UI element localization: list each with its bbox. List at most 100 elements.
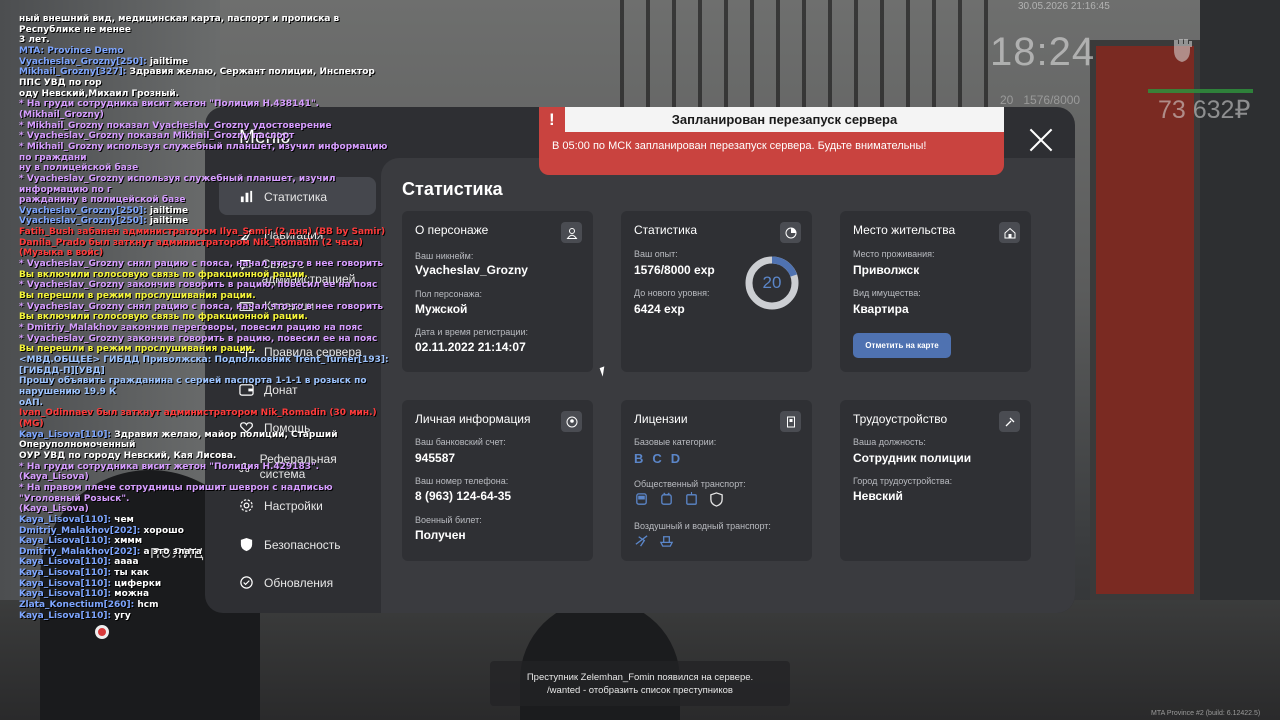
chat-line: Вы включили голосовую связь по фракционн… — [19, 269, 308, 280]
chat-line: <МВД.ОБЩЕЕ> ГИБДД Приволжска: Подполковн… — [19, 355, 389, 376]
plane-icon — [635, 535, 648, 547]
license-category: D — [670, 451, 681, 466]
chat-line: Dmitriy_Malakhov[202]: а это злата — [19, 547, 391, 558]
restart-notification: ! Запланирован перезапуск сервера В 05:0… — [539, 107, 1004, 175]
chat-line: * Vyacheslav_Grozny закончив говорить в … — [19, 280, 378, 291]
chat-line: * На правом плече сотрудницы пришит шевр… — [19, 482, 333, 504]
card-residence: Место жительства Место проживания: Приво… — [840, 211, 1031, 372]
public-transport-label: Общественный транспорт: — [634, 479, 746, 489]
chat-line: Dmitriy_Malakhov[202]: хорошо — [19, 526, 391, 537]
next-level-value: 6424 exp — [634, 302, 685, 316]
military-label: Военный билет: — [415, 515, 482, 525]
base-categories-label: Базовые категории: — [634, 437, 717, 447]
chat-line: Kaya_Lisova[110]: хммм — [19, 536, 391, 547]
chat-line: Kaya_Lisova[110]: чем — [19, 515, 391, 526]
chat-line: * Mikhail_Grozny показал Vyacheslav_Groz… — [19, 120, 332, 131]
chat-line: Kaya_Lisova[110]: ты как — [19, 568, 391, 579]
chat-line: ный внешний вид, медицинская карта, пасп… — [19, 14, 340, 35]
notification-title: Запланирован перезапуск сервера — [565, 107, 1004, 132]
notification-text: В 05:00 по МСК запланирован перезапуск с… — [552, 140, 927, 152]
chat-line: ну в полицейской базе — [19, 163, 139, 174]
gender-value: Мужской — [415, 302, 468, 316]
place-value: Приволжск — [853, 263, 920, 277]
health-bar — [1148, 89, 1253, 93]
id-card-icon — [780, 411, 801, 432]
boat-icon — [659, 536, 674, 547]
chat-line: Вы перешли в режим прослушивания рации. — [19, 291, 256, 302]
chat-line: Прошу объявить гражданина с серией паспо… — [19, 376, 367, 397]
chat-message: jailtime — [149, 56, 189, 67]
pie-icon — [780, 222, 801, 243]
chat-message: циферки — [114, 578, 162, 589]
hammer-icon — [999, 411, 1020, 432]
chat-line: * Dmitriy_Malakhov закончив переговоры, … — [19, 323, 363, 334]
chat-line: * Vyacheslav_Grozny снял рацию с пояса, … — [19, 259, 384, 270]
card-title: Трудоустройство — [853, 412, 948, 426]
property-value: Квартира — [853, 302, 909, 316]
chat-message: угу — [114, 610, 131, 621]
chat-line: Vyacheslav_Grozny[250]: jailtime — [19, 57, 391, 68]
chat-author: Kaya_Lisova[110]: — [19, 429, 112, 440]
chat-line: Kaya_Lisova[110]: угу — [19, 611, 391, 622]
bank-label: Ваш банковский счет: — [415, 437, 506, 447]
close-icon[interactable] — [1028, 127, 1054, 153]
next-level-label: До нового уровня: — [634, 288, 710, 298]
chat-line: Вы перешли в режим прослушивания рации. — [19, 344, 256, 355]
chat-author: Kaya_Lisova[110]: — [19, 610, 112, 621]
license-category: C — [652, 451, 662, 466]
hud-money: 73 632₽ — [1158, 96, 1251, 124]
home-icon — [999, 222, 1020, 243]
chat-author: Kaya_Lisova[110]: — [19, 568, 112, 579]
chat-message: ты как — [114, 568, 150, 579]
chat-line: Vyacheslav_Grozny[250]: jailtime — [19, 206, 391, 217]
chat-line: ражданину в полицейской базе — [19, 195, 186, 206]
mark-on-map-button[interactable]: Отметить на карте — [853, 333, 951, 358]
public-transport-icons — [634, 492, 724, 507]
chat-line: Fatih_Bush забанен администратором Ilya_… — [19, 227, 386, 238]
card-title: О персонаже — [415, 223, 489, 237]
build-info: MTA Province #2 (build: 6.12422.5) — [1151, 710, 1261, 717]
card-statistics: Статистика Ваш опыт: 1576/8000 exp До но… — [621, 211, 812, 372]
place-label: Место проживания: — [853, 249, 935, 259]
chat-line: * Vyacheslav_Grozny закончив говорить в … — [19, 333, 378, 344]
position-value: Сотрудник полиции — [853, 451, 972, 465]
chat-line: MTA: Province Demo — [19, 45, 124, 56]
chat-author: Kaya_Lisova[110]: — [19, 536, 112, 547]
chat-line: Kaya_Lisova[110]: Здравия желаю, майор п… — [19, 430, 391, 451]
chat-author: Vyacheslav_Grozny[250]: — [19, 216, 147, 227]
chat-line: Danila_Prado был заткнут администратором… — [19, 237, 363, 259]
chat-line: Kaya_Lisova[110]: циферки — [19, 579, 391, 590]
chat-message: можна — [114, 589, 150, 600]
chat-message: hcm — [137, 600, 159, 611]
chat-message: jailtime — [149, 216, 189, 227]
chat-author: Dmitriy_Malakhov[202]: — [19, 525, 141, 536]
chat-line: Kaya_Lisova[110]: можна — [19, 589, 391, 600]
statistics-content: Статистика О персонаже Ваш никнейм: Vyac… — [381, 158, 1075, 613]
card-personal: Личная информация Ваш банковский счет: 9… — [402, 400, 593, 561]
exp-value: 1576/8000 exp — [634, 263, 715, 277]
license-categories: B C D — [634, 451, 680, 466]
chat-message: аааа — [114, 557, 139, 568]
reg-label: Дата и время регистрации: — [415, 327, 528, 337]
hud-exp: 1576/8000 — [1023, 93, 1081, 107]
gender-label: Пол персонажа: — [415, 289, 483, 299]
card-title: Лицензии — [634, 412, 688, 426]
chat-line: Mikhail_Grozny[327]: Здравия желаю, Серж… — [19, 67, 391, 88]
chat-author: Vyacheslav_Grozny[250]: — [19, 205, 147, 216]
property-label: Вид имущества: — [853, 288, 921, 298]
face-icon — [561, 411, 582, 432]
card-licenses: Лицензии Базовые категории: B C D Общест… — [621, 400, 812, 561]
chat-message: хммм — [114, 536, 143, 547]
phone-value: 8 (963) 124-64-35 — [415, 489, 512, 503]
license-category: B — [634, 451, 644, 466]
military-value: Получен — [415, 528, 466, 542]
card-employment: Трудоустройство Ваша должность: Сотрудни… — [840, 400, 1031, 561]
chat-line: Zlata_Konectium[260]: hcm — [19, 600, 391, 611]
chat-line: * На груди сотрудника висит жетон "Полиц… — [19, 461, 320, 483]
chat-line: Kaya_Lisova[110]: аааа — [19, 557, 391, 568]
chat-line: 3 лет. — [19, 35, 50, 46]
record-indicator-icon — [95, 625, 109, 639]
chat-line: (Kaya_Lisova) — [19, 504, 89, 515]
chat-log: ный внешний вид, медицинская карта, пасп… — [19, 14, 391, 621]
card-title: Место жительства — [853, 223, 956, 237]
